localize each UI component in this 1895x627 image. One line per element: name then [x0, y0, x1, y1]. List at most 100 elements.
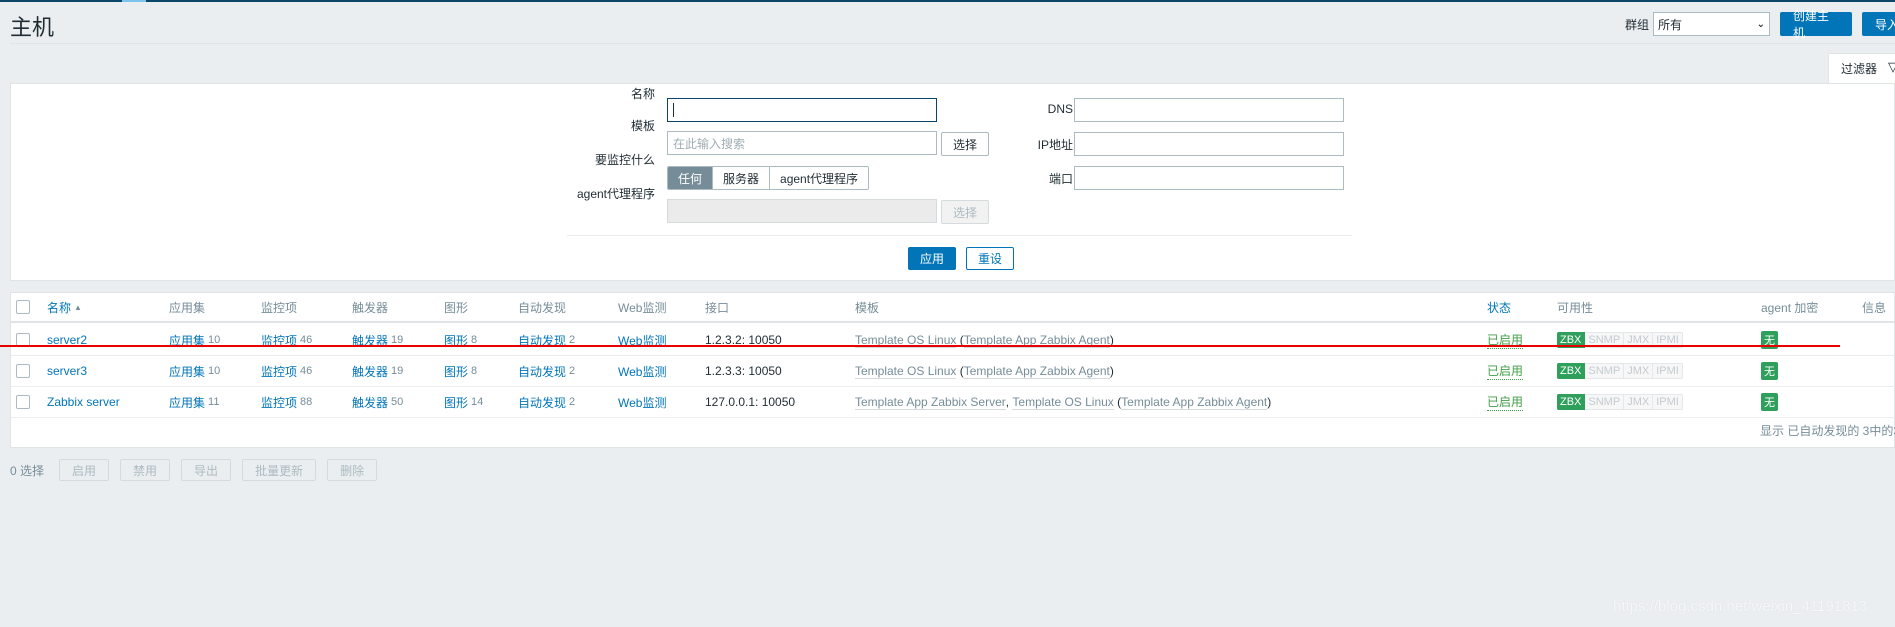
- header-encryption: agent 加密: [1761, 300, 1819, 315]
- dns-input[interactable]: [1074, 98, 1344, 122]
- graphs-link[interactable]: 图形: [444, 394, 468, 411]
- import-button[interactable]: 导入: [1862, 12, 1895, 36]
- header-applications: 应用集: [169, 300, 206, 315]
- selected-count: 0 选择: [10, 463, 45, 478]
- monitored-by-server[interactable]: 服务器: [712, 167, 770, 189]
- header-triggers: 触发器: [352, 300, 389, 315]
- items-link[interactable]: 监控项: [261, 363, 297, 380]
- triggers-link[interactable]: 触发器: [352, 394, 388, 411]
- group-select-value: 所有: [1658, 17, 1683, 32]
- row-checkbox[interactable]: [16, 395, 30, 409]
- templates-cell: Template OS Linux (Template App Zabbix A…: [855, 332, 1114, 348]
- header-availability: 可用性: [1557, 300, 1594, 315]
- monitored-by-any[interactable]: 任何: [668, 167, 713, 189]
- hosts-table: 名称 ▲ 应用集 监控项 触发器 图形 自动发现 Web监测 接口 模板 状态 可…: [10, 292, 1895, 448]
- header-web: Web监测: [618, 300, 667, 315]
- web-link[interactable]: Web监测: [618, 394, 666, 411]
- template-link[interactable]: Template App Zabbix Server: [855, 395, 1006, 410]
- discovery-link[interactable]: 自动发现: [518, 363, 566, 380]
- mass-update-button[interactable]: 批量更新: [242, 459, 317, 481]
- discovery-link[interactable]: 自动发现: [518, 394, 566, 411]
- header-divider: [10, 43, 1895, 44]
- parent-template-link[interactable]: Template App Zabbix Agent: [1121, 395, 1268, 410]
- encryption-badge: 无: [1761, 393, 1778, 411]
- jmx-badge: JMX: [1624, 363, 1654, 379]
- template-input[interactable]: 在此输入搜索: [667, 131, 937, 155]
- interface-value: 127.0.0.1: 10050: [705, 395, 796, 409]
- availability-badges: ZBX SNMP JMX IPMI: [1557, 363, 1683, 379]
- watermark: https://blog.csdn.net/weixin_41191813: [1613, 598, 1868, 615]
- page-title: 主机: [10, 15, 55, 40]
- availability-badges: ZBX SNMP JMX IPMI: [1557, 394, 1683, 410]
- template-link[interactable]: Template OS Linux: [1012, 395, 1114, 410]
- name-label: 名称: [630, 87, 655, 101]
- triggers-link[interactable]: 触发器: [352, 363, 388, 380]
- filter-divider: [567, 235, 1352, 236]
- port-input[interactable]: [1074, 166, 1344, 190]
- web-link[interactable]: Web监测: [618, 363, 666, 380]
- table-footer-count: 显示 已自动发现的 3中的3: [1760, 424, 1895, 438]
- filter-tab-label: 过滤器: [1841, 62, 1878, 76]
- zbx-badge: ZBX: [1557, 394, 1586, 410]
- header-graphs: 图形: [444, 300, 469, 315]
- top-nav-bar: [0, 0, 1895, 2]
- proxy-input: [667, 199, 937, 223]
- select-all-checkbox[interactable]: [16, 300, 30, 314]
- mass-action-bar: 0 选择 启用 禁用 导出 批量更新 删除: [10, 458, 388, 482]
- sort-ascending-icon: ▲: [74, 302, 82, 312]
- header-status[interactable]: 状态: [1487, 293, 1511, 321]
- parent-template-link[interactable]: Template App Zabbix Agent: [963, 364, 1110, 379]
- export-button[interactable]: 导出: [181, 459, 232, 481]
- header-discovery: 自动发现: [518, 300, 567, 315]
- items-link[interactable]: 监控项: [261, 394, 297, 411]
- applications-link[interactable]: 应用集: [169, 363, 205, 380]
- enable-button[interactable]: 启用: [59, 459, 110, 481]
- header-name[interactable]: 名称 ▲: [47, 293, 82, 321]
- graphs-link[interactable]: 图形: [444, 363, 468, 380]
- create-host-button[interactable]: 创建主机: [1780, 9, 1852, 40]
- status-toggle[interactable]: 已启用: [1487, 393, 1524, 411]
- proxy-label: agent代理程序: [576, 187, 655, 201]
- applications-link[interactable]: 应用集: [169, 394, 205, 411]
- ipmi-badge: IPMI: [1653, 394, 1683, 410]
- port-label: 端口: [1048, 172, 1073, 186]
- applications-count: 10: [208, 365, 221, 377]
- monitored-by-radio-group: 任何 服务器 agent代理程序: [667, 166, 870, 190]
- items-count: 46: [300, 365, 313, 377]
- header-items: 监控项: [261, 300, 298, 315]
- group-label: 群组: [1625, 18, 1650, 32]
- status-toggle[interactable]: 已启用: [1487, 362, 1524, 380]
- dns-label: DNS: [1047, 102, 1073, 116]
- templates-cell: Template App Zabbix Server, Template OS …: [855, 394, 1272, 410]
- reset-button[interactable]: 重设: [966, 247, 1014, 270]
- delete-button[interactable]: 删除: [327, 459, 378, 481]
- snmp-badge: SNMP: [1585, 363, 1625, 379]
- text-caret: [673, 102, 674, 117]
- triggers-count: 50: [391, 396, 404, 408]
- active-nav-indicator: [122, 0, 146, 2]
- group-select[interactable]: 所有 ⌄: [1653, 12, 1770, 36]
- template-label: 模板: [630, 119, 655, 133]
- filter-tab[interactable]: 过滤器 ▽: [1828, 53, 1895, 84]
- discovery-count: 2: [569, 365, 576, 377]
- ip-input[interactable]: [1074, 132, 1344, 156]
- filter-panel: 名称 模板 在此输入搜索 选择 要监控什么 任何 服务器 agent代理程序 a…: [10, 83, 1895, 281]
- host-name-link[interactable]: Zabbix server: [47, 395, 120, 409]
- header-templates: 模板: [855, 300, 880, 315]
- red-annotation-line: [0, 345, 1840, 347]
- row-checkbox[interactable]: [16, 364, 30, 378]
- graphs-count: 14: [471, 396, 484, 408]
- graphs-count: 8: [471, 365, 478, 377]
- name-input[interactable]: [667, 98, 937, 122]
- template-link[interactable]: Template OS Linux: [855, 364, 957, 379]
- apply-button[interactable]: 应用: [908, 247, 956, 270]
- applications-count: 11: [208, 396, 220, 408]
- host-name-link[interactable]: server3: [47, 364, 87, 378]
- interface-value: 1.2.3.2: 10050: [705, 333, 782, 347]
- ip-label: IP地址: [1037, 138, 1073, 152]
- monitored-by-label: 要监控什么: [594, 153, 655, 167]
- disable-button[interactable]: 禁用: [120, 459, 171, 481]
- interface-value: 1.2.3.3: 10050: [705, 364, 782, 378]
- monitored-by-proxy[interactable]: agent代理程序: [769, 167, 869, 189]
- chevron-down-icon: ⌄: [1756, 18, 1765, 30]
